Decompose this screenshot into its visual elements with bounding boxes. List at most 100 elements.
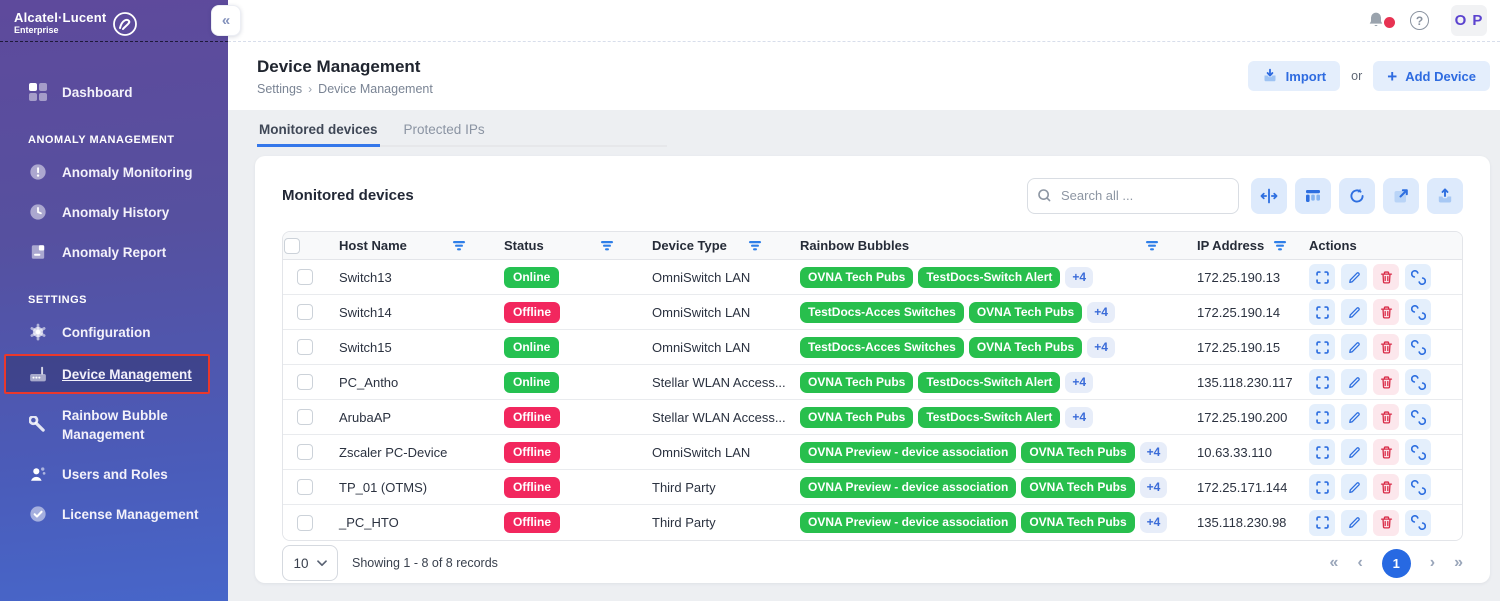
tab-monitored-devices[interactable]: Monitored devices bbox=[257, 119, 380, 147]
help-icon[interactable]: ? bbox=[1410, 11, 1429, 30]
sidebar-item-anomaly-report[interactable]: Anomaly Report bbox=[0, 232, 228, 272]
edit-button[interactable] bbox=[1341, 264, 1367, 290]
sidebar-item-device-management[interactable]: Device Management bbox=[4, 354, 210, 394]
unlink-button[interactable] bbox=[1405, 474, 1431, 500]
edit-button[interactable] bbox=[1341, 510, 1367, 536]
filter-icon[interactable] bbox=[1273, 240, 1287, 251]
scan-button[interactable] bbox=[1309, 334, 1335, 360]
filter-icon[interactable] bbox=[600, 240, 614, 251]
more-bubbles-badge[interactable]: +4 bbox=[1087, 337, 1115, 358]
more-bubbles-badge[interactable]: +4 bbox=[1065, 372, 1093, 393]
sidebar-collapse-button[interactable]: « bbox=[211, 5, 241, 36]
edit-button[interactable] bbox=[1341, 369, 1367, 395]
col-device-type: Device Type bbox=[652, 238, 727, 253]
unlink-button[interactable] bbox=[1405, 334, 1431, 360]
table-row: Switch14 Offline OmniSwitch LAN TestDocs… bbox=[283, 295, 1462, 330]
sidebar-item-configuration[interactable]: Configuration bbox=[0, 312, 228, 352]
row-checkbox[interactable] bbox=[297, 515, 313, 531]
unlink-button[interactable] bbox=[1405, 264, 1431, 290]
host-name-cell: Switch15 bbox=[327, 340, 492, 355]
search-box bbox=[1027, 178, 1239, 214]
fit-columns-button[interactable] bbox=[1251, 178, 1287, 214]
edit-button[interactable] bbox=[1341, 299, 1367, 325]
page-size-select[interactable]: 10 bbox=[282, 545, 338, 581]
sidebar-item-dashboard[interactable]: Dashboard bbox=[0, 72, 228, 112]
rainbow-bubble-badge: OVNA Tech Pubs bbox=[800, 372, 913, 393]
sidebar-item-label: Rainbow Bubble Management bbox=[62, 406, 212, 444]
scan-button[interactable] bbox=[1309, 264, 1335, 290]
row-checkbox[interactable] bbox=[297, 339, 313, 355]
scan-button[interactable] bbox=[1309, 404, 1335, 430]
sidebar-item-anomaly-monitoring[interactable]: Anomaly Monitoring bbox=[0, 152, 228, 192]
delete-button[interactable] bbox=[1373, 404, 1399, 430]
unlink-button[interactable] bbox=[1405, 369, 1431, 395]
more-bubbles-badge[interactable]: +4 bbox=[1140, 477, 1168, 498]
ip-address-cell: 172.25.171.144 bbox=[1185, 480, 1297, 495]
search-input[interactable] bbox=[1027, 178, 1239, 214]
tab-protected-ips[interactable]: Protected IPs bbox=[402, 119, 487, 145]
delete-button[interactable] bbox=[1373, 334, 1399, 360]
filter-icon[interactable] bbox=[748, 240, 762, 251]
table-toolbar bbox=[1027, 178, 1463, 214]
unlink-button[interactable] bbox=[1405, 510, 1431, 536]
columns-button[interactable] bbox=[1295, 178, 1331, 214]
delete-button[interactable] bbox=[1373, 474, 1399, 500]
edit-button[interactable] bbox=[1341, 474, 1367, 500]
prev-page-button[interactable]: ‹ bbox=[1357, 554, 1362, 572]
scan-button[interactable] bbox=[1309, 510, 1335, 536]
scan-button[interactable] bbox=[1309, 439, 1335, 465]
unlink-button[interactable] bbox=[1405, 439, 1431, 465]
open-external-button[interactable] bbox=[1383, 178, 1419, 214]
filter-icon[interactable] bbox=[452, 240, 466, 251]
sidebar-item-users-and-roles[interactable]: Users and Roles bbox=[0, 454, 228, 494]
row-checkbox[interactable] bbox=[297, 374, 313, 390]
row-checkbox[interactable] bbox=[297, 409, 313, 425]
sidebar-item-rainbow-bubble-management[interactable]: Rainbow Bubble Management bbox=[0, 396, 228, 454]
notifications-bell-icon[interactable] bbox=[1366, 10, 1388, 32]
add-device-button[interactable]: + Add Device bbox=[1373, 61, 1490, 91]
more-bubbles-badge[interactable]: +4 bbox=[1087, 302, 1115, 323]
scan-button[interactable] bbox=[1309, 369, 1335, 395]
select-all-checkbox[interactable] bbox=[284, 238, 300, 254]
first-page-button[interactable]: « bbox=[1330, 554, 1339, 572]
more-bubbles-badge[interactable]: +4 bbox=[1140, 512, 1168, 533]
unlink-button[interactable] bbox=[1405, 404, 1431, 430]
filter-icon[interactable] bbox=[1145, 240, 1159, 251]
sidebar-item-license-management[interactable]: License Management bbox=[0, 494, 228, 534]
refresh-button[interactable] bbox=[1339, 178, 1375, 214]
more-bubbles-badge[interactable]: +4 bbox=[1140, 442, 1168, 463]
delete-button[interactable] bbox=[1373, 510, 1399, 536]
export-button[interactable] bbox=[1427, 178, 1463, 214]
edit-button[interactable] bbox=[1341, 334, 1367, 360]
host-name-cell: _PC_HTO bbox=[327, 515, 492, 530]
status-badge: Offline bbox=[504, 477, 560, 498]
row-checkbox[interactable] bbox=[297, 479, 313, 495]
notification-dot bbox=[1384, 17, 1395, 28]
host-name-cell: TP_01 (OTMS) bbox=[327, 480, 492, 495]
device-type-cell: Third Party bbox=[640, 480, 788, 495]
breadcrumb-settings[interactable]: Settings bbox=[257, 82, 302, 96]
delete-button[interactable] bbox=[1373, 299, 1399, 325]
ip-address-cell: 172.25.190.200 bbox=[1185, 410, 1297, 425]
import-button[interactable]: Import bbox=[1248, 61, 1340, 91]
row-checkbox[interactable] bbox=[297, 444, 313, 460]
delete-button[interactable] bbox=[1373, 264, 1399, 290]
delete-button[interactable] bbox=[1373, 439, 1399, 465]
more-bubbles-badge[interactable]: +4 bbox=[1065, 407, 1093, 428]
next-page-button[interactable]: › bbox=[1430, 554, 1435, 572]
current-page-button[interactable]: 1 bbox=[1382, 549, 1411, 578]
scan-button[interactable] bbox=[1309, 474, 1335, 500]
unlink-button[interactable] bbox=[1405, 299, 1431, 325]
delete-button[interactable] bbox=[1373, 369, 1399, 395]
row-checkbox[interactable] bbox=[297, 304, 313, 320]
more-bubbles-badge[interactable]: +4 bbox=[1065, 267, 1093, 288]
sidebar-nav: Dashboard ANOMALY MANAGEMENT Anomaly Mon… bbox=[0, 42, 228, 534]
row-checkbox[interactable] bbox=[297, 269, 313, 285]
scan-button[interactable] bbox=[1309, 299, 1335, 325]
sidebar-item-anomaly-history[interactable]: Anomaly History bbox=[0, 192, 228, 232]
last-page-button[interactable]: » bbox=[1454, 554, 1463, 572]
col-host-name: Host Name bbox=[339, 238, 407, 253]
user-avatar[interactable]: O P bbox=[1451, 5, 1487, 36]
edit-button[interactable] bbox=[1341, 439, 1367, 465]
edit-button[interactable] bbox=[1341, 404, 1367, 430]
